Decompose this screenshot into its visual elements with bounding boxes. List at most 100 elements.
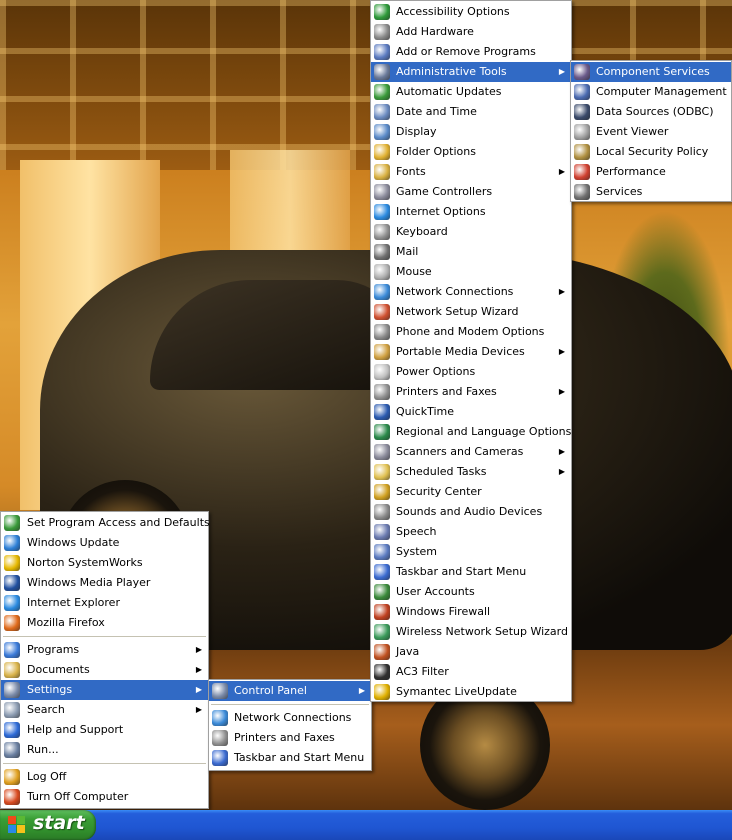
menu-item-log-off[interactable]: Log Off bbox=[1, 767, 208, 787]
power-options-icon bbox=[374, 364, 390, 380]
system-icon bbox=[374, 544, 390, 560]
programs-icon bbox=[4, 642, 20, 658]
settings-top-list: Control Panel ▶ bbox=[209, 680, 371, 701]
network-wizard-icon bbox=[374, 304, 390, 320]
menu-item-folder-options[interactable]: Folder Options bbox=[371, 142, 571, 162]
folder-options-icon bbox=[374, 144, 390, 160]
menu-item-label: Phone and Modem Options bbox=[396, 325, 545, 338]
menu-item-ac3-filter[interactable]: AC3 Filter bbox=[371, 662, 571, 682]
menu-item-printers-and-faxes[interactable]: Printers and Faxes ▶ bbox=[371, 382, 571, 402]
menu-item-speech[interactable]: Speech bbox=[371, 522, 571, 542]
menu-item-printers-and-faxes[interactable]: Printers and Faxes bbox=[209, 728, 371, 748]
menu-item-phone-and-modem-options[interactable]: Phone and Modem Options bbox=[371, 322, 571, 342]
menu-item-mail[interactable]: Mail bbox=[371, 242, 571, 262]
menu-item-internet-options[interactable]: Internet Options bbox=[371, 202, 571, 222]
search-icon bbox=[4, 702, 20, 718]
menu-item-label: Fonts bbox=[396, 165, 426, 178]
menu-item-run[interactable]: Run... bbox=[1, 740, 208, 760]
menu-item-mozilla-firefox[interactable]: Mozilla Firefox bbox=[1, 613, 208, 633]
menu-separator bbox=[3, 636, 206, 637]
menu-item-regional-and-language-options[interactable]: Regional and Language Options bbox=[371, 422, 571, 442]
start-button[interactable]: start bbox=[0, 810, 96, 840]
menu-item-portable-media-devices[interactable]: Portable Media Devices ▶ bbox=[371, 342, 571, 362]
menu-item-network-connections[interactable]: Network Connections ▶ bbox=[371, 282, 571, 302]
menu-item-power-options[interactable]: Power Options bbox=[371, 362, 571, 382]
menu-item-event-viewer[interactable]: Event Viewer bbox=[571, 122, 731, 142]
menu-item-label: Java bbox=[396, 645, 420, 658]
menu-item-control-panel[interactable]: Control Panel ▶ bbox=[209, 681, 371, 701]
menu-item-java[interactable]: Java bbox=[371, 642, 571, 662]
menu-item-label: Control Panel bbox=[234, 684, 307, 697]
accessibility-icon bbox=[374, 4, 390, 20]
start-menu-pinned-list: Set Program Access and Defaults Windows U… bbox=[1, 512, 210, 633]
performance-icon bbox=[574, 164, 590, 180]
menu-item-component-services[interactable]: Component Services bbox=[571, 62, 731, 82]
norton-icon bbox=[4, 555, 20, 571]
menu-item-windows-firewall[interactable]: Windows Firewall bbox=[371, 602, 571, 622]
submenu-arrow-icon: ▶ bbox=[195, 645, 202, 654]
submenu-arrow-icon: ▶ bbox=[358, 686, 365, 695]
menu-item-administrative-tools[interactable]: Administrative Tools ▶ bbox=[371, 62, 571, 82]
menu-item-search[interactable]: Search ▶ bbox=[1, 700, 208, 720]
menu-item-add-hardware[interactable]: Add Hardware bbox=[371, 22, 571, 42]
menu-item-user-accounts[interactable]: User Accounts bbox=[371, 582, 571, 602]
menu-item-services[interactable]: Services bbox=[571, 182, 731, 202]
submenu-arrow-icon: ▶ bbox=[558, 347, 565, 356]
menu-item-set-program-access-and-defaults[interactable]: Set Program Access and Defaults bbox=[1, 513, 210, 533]
menu-item-label: QuickTime bbox=[396, 405, 455, 418]
taskbar: start bbox=[0, 810, 732, 840]
menu-item-automatic-updates[interactable]: Automatic Updates bbox=[371, 82, 571, 102]
menu-item-network-setup-wizard[interactable]: Network Setup Wizard bbox=[371, 302, 571, 322]
menu-item-programs[interactable]: Programs ▶ bbox=[1, 640, 208, 660]
control-panel-icon bbox=[212, 683, 228, 699]
menu-item-sounds-and-audio-devices[interactable]: Sounds and Audio Devices bbox=[371, 502, 571, 522]
menu-item-label: Event Viewer bbox=[596, 125, 669, 138]
menu-item-scanners-and-cameras[interactable]: Scanners and Cameras ▶ bbox=[371, 442, 571, 462]
menu-item-label: Documents bbox=[27, 663, 90, 676]
menu-item-add-or-remove-programs[interactable]: Add or Remove Programs bbox=[371, 42, 571, 62]
menu-item-label: Run... bbox=[27, 743, 59, 756]
menu-item-date-and-time[interactable]: Date and Time bbox=[371, 102, 571, 122]
menu-item-wireless-network-setup-wizard[interactable]: Wireless Network Setup Wizard bbox=[371, 622, 571, 642]
windows-update-icon bbox=[4, 535, 20, 551]
menu-item-performance[interactable]: Performance bbox=[571, 162, 731, 182]
menu-item-taskbar-and-start-menu[interactable]: Taskbar and Start Menu bbox=[371, 562, 571, 582]
menu-item-accessibility-options[interactable]: Accessibility Options bbox=[371, 2, 571, 22]
menu-item-internet-explorer[interactable]: Internet Explorer bbox=[1, 593, 208, 613]
menu-item-label: Symantec LiveUpdate bbox=[396, 685, 517, 698]
menu-item-norton-systemworks[interactable]: Norton SystemWorks bbox=[1, 553, 208, 573]
menu-item-local-security-policy[interactable]: Local Security Policy bbox=[571, 142, 731, 162]
menu-item-computer-management[interactable]: Computer Management bbox=[571, 82, 731, 102]
start-menu-main-list: Programs ▶ Documents ▶ Settings ▶ Search ▶ Help … bbox=[1, 640, 208, 760]
menu-item-label: Programs bbox=[27, 643, 80, 656]
menu-item-windows-update[interactable]: Windows Update bbox=[1, 533, 208, 553]
menu-item-quicktime[interactable]: QuickTime bbox=[371, 402, 571, 422]
menu-item-data-sources-odbc[interactable]: Data Sources (ODBC) bbox=[571, 102, 731, 122]
administrative-tools-submenu: Component Services Computer Management Dat… bbox=[570, 60, 732, 202]
menu-item-help-and-support[interactable]: Help and Support bbox=[1, 720, 208, 740]
menu-item-taskbar-and-start-menu[interactable]: Taskbar and Start Menu bbox=[209, 748, 371, 768]
menu-item-windows-media-player[interactable]: Windows Media Player bbox=[1, 573, 208, 593]
menu-item-fonts[interactable]: Fonts ▶ bbox=[371, 162, 571, 182]
menu-item-mouse[interactable]: Mouse bbox=[371, 262, 571, 282]
menu-item-scheduled-tasks[interactable]: Scheduled Tasks ▶ bbox=[371, 462, 571, 482]
menu-item-security-center[interactable]: Security Center bbox=[371, 482, 571, 502]
menu-item-game-controllers[interactable]: Game Controllers bbox=[371, 182, 571, 202]
menu-item-network-connections[interactable]: Network Connections bbox=[209, 708, 371, 728]
start-menu: Set Program Access and Defaults Windows U… bbox=[0, 511, 210, 809]
security-center-icon bbox=[374, 484, 390, 500]
menu-item-turn-off-computer[interactable]: Turn Off Computer bbox=[1, 787, 208, 807]
add-remove-programs-icon bbox=[374, 44, 390, 60]
menu-item-display[interactable]: Display bbox=[371, 122, 571, 142]
menu-item-system[interactable]: System bbox=[371, 542, 571, 562]
menu-item-label: Network Connections bbox=[396, 285, 514, 298]
internet-explorer-icon bbox=[4, 595, 20, 611]
submenu-arrow-icon: ▶ bbox=[558, 287, 565, 296]
menu-item-label: Accessibility Options bbox=[396, 5, 510, 18]
menu-item-symantec-liveupdate[interactable]: Symantec LiveUpdate bbox=[371, 682, 571, 702]
menu-item-keyboard[interactable]: Keyboard bbox=[371, 222, 571, 242]
internet-options-icon bbox=[374, 204, 390, 220]
menu-item-documents[interactable]: Documents ▶ bbox=[1, 660, 208, 680]
ac3-filter-icon bbox=[374, 664, 390, 680]
menu-item-settings[interactable]: Settings ▶ bbox=[1, 680, 208, 700]
